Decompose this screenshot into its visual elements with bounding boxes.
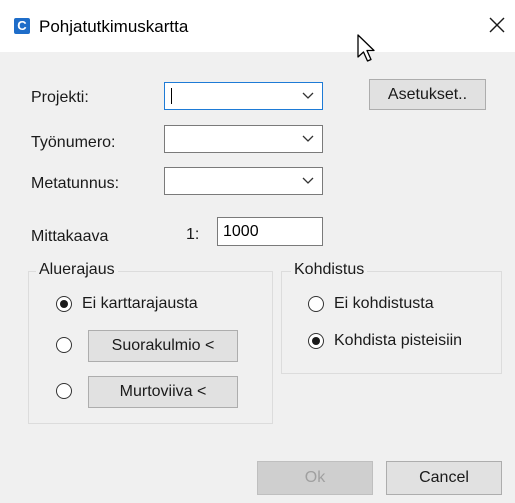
app-c-icon: C (14, 18, 30, 34)
metatunnus-label: Metatunnus: (31, 175, 120, 192)
text-caret (171, 88, 172, 104)
scale-prefix: 1: (186, 226, 200, 243)
ok-button[interactable]: Ok (257, 461, 373, 495)
scale-label: Mittakaava (31, 228, 109, 245)
ei-kohdistusta-label: Ei kohdistusta (334, 295, 434, 312)
projekti-dropdown[interactable] (164, 82, 323, 110)
close-button[interactable] (486, 14, 508, 36)
title-bar: C Pohjatutkimuskartta (0, 0, 515, 52)
chevron-down-icon (302, 92, 314, 99)
radio-kohdista-pisteisiin[interactable] (308, 333, 324, 349)
aluerajaus-title: Aluerajaus (36, 261, 118, 279)
cancel-button[interactable]: Cancel (386, 461, 502, 495)
settings-button[interactable]: Asetukset.. (369, 79, 486, 110)
tyonumero-label: Työnumero: (31, 134, 116, 151)
chevron-down-icon (302, 177, 314, 184)
close-icon (489, 17, 505, 33)
radio-ei-kohdistusta[interactable] (308, 296, 324, 312)
kohdista-pisteisiin-label: Kohdista pisteisiin (334, 332, 463, 349)
kohdistus-group (281, 271, 502, 374)
murtoviiva-button[interactable]: Murtoviiva < (88, 376, 238, 408)
radio-ei-karttarajausta[interactable] (56, 296, 72, 312)
metatunnus-dropdown[interactable] (164, 167, 323, 195)
radio-murtoviiva[interactable] (56, 383, 72, 399)
scale-input[interactable] (217, 217, 323, 246)
radio-suorakulmio[interactable] (56, 337, 72, 353)
chevron-down-icon (302, 135, 314, 142)
tyonumero-dropdown[interactable] (164, 125, 323, 153)
dialog-window: C Pohjatutkimuskartta Projekti: Asetukse… (0, 0, 515, 503)
window-title: Pohjatutkimuskartta (39, 17, 189, 36)
ei-karttarajausta-label: Ei karttarajausta (82, 295, 198, 312)
mouse-pointer-icon (357, 34, 375, 62)
kohdistus-title: Kohdistus (291, 261, 368, 279)
projekti-label: Projekti: (31, 89, 89, 106)
suorakulmio-button[interactable]: Suorakulmio < (88, 330, 238, 362)
